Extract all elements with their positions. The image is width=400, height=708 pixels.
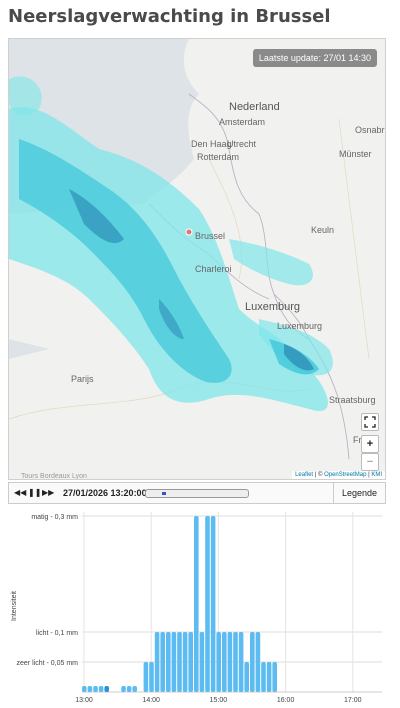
- animation-player: ◀◀ ❚❚ ▶▶ 27/01/2026 13:20:00 Legende: [8, 482, 386, 504]
- map-attribution: Leaflet | © OpenStreetMap | KMI: [292, 471, 385, 479]
- rain-bar: [171, 632, 177, 692]
- map-label-parijs: Parijs: [71, 374, 94, 384]
- x-tick-label: 14:00: [142, 697, 160, 704]
- rewind-button[interactable]: ◀◀: [14, 487, 26, 499]
- map-label-osnabruck: Osnabrü: [355, 125, 385, 135]
- map-label-amsterdam: Amsterdam: [219, 117, 266, 127]
- rain-bar: [154, 632, 160, 692]
- rain-bar: [272, 662, 277, 692]
- rain-bar: [166, 632, 171, 692]
- radar-map[interactable]: Laatste update: 27/01 14:30 Nederland Am…: [8, 38, 386, 480]
- y-tick-label: licht - 0,1 mm: [36, 630, 78, 637]
- rain-bar: [261, 662, 266, 692]
- rain-bar: [149, 662, 154, 692]
- rain-bar: [222, 632, 227, 692]
- leaflet-link[interactable]: Leaflet: [295, 472, 313, 478]
- rain-bar: [216, 632, 221, 692]
- map-label-luxemburg-region: Luxemburg: [245, 301, 301, 313]
- map-label-nederland: Nederland: [229, 101, 280, 113]
- map-label-tours: Tours Bordeaux Lyon: [21, 473, 87, 480]
- player-timestamp: 27/01/2026 13:20:00: [63, 488, 147, 498]
- rain-bar: [177, 632, 182, 692]
- y-axis-label: Intensiteit: [11, 591, 18, 621]
- rain-bar: [199, 632, 205, 692]
- map-label-brussel: Brussel: [195, 231, 226, 241]
- rain-bar: [87, 686, 93, 692]
- osm-link[interactable]: OpenStreetMap: [324, 472, 366, 478]
- rain-bar: [143, 662, 149, 692]
- zoom-in-button[interactable]: +: [361, 435, 379, 453]
- legend-button[interactable]: Legende: [333, 483, 385, 503]
- pause-icon: ❚❚: [28, 488, 42, 497]
- map-label-den-haag: Den Haag: [191, 139, 232, 149]
- y-tick-label: matig - 0,3 mm: [31, 514, 78, 521]
- x-tick-label: 15:00: [210, 697, 228, 704]
- map-label-luxemburg-city: Luxemburg: [277, 321, 323, 331]
- rain-bar: [244, 662, 249, 692]
- fast-forward-button[interactable]: ▶▶: [42, 487, 54, 499]
- rewind-icon: ◀◀: [14, 488, 27, 497]
- zoom-out-button[interactable]: −: [361, 453, 379, 471]
- pause-button[interactable]: ❚❚: [28, 487, 42, 499]
- map-label-rotterdam: Rotterdam: [197, 152, 240, 162]
- kmi-link[interactable]: KMI: [371, 472, 382, 478]
- rain-bar: [233, 632, 238, 692]
- rain-bar: [82, 686, 87, 692]
- timeline-slider-thumb[interactable]: [162, 492, 166, 495]
- map-basemap: [9, 39, 370, 460]
- page-title: Neerslagverwachting in Brussel: [8, 6, 331, 27]
- rain-bar: [121, 686, 126, 692]
- x-tick-label: 13:00: [75, 697, 93, 704]
- rain-bar: [104, 686, 109, 692]
- x-tick-label: 16:00: [277, 697, 295, 704]
- rain-bar: [210, 516, 216, 692]
- x-tick-label: 17:00: [344, 697, 362, 704]
- map-label-keuln: Keuln: [311, 225, 335, 235]
- rain-bar: [132, 686, 137, 692]
- precipitation-chart: zeer licht - 0,05 mm licht - 0,1 mm matig …: [11, 512, 382, 704]
- fullscreen-icon: [364, 416, 376, 428]
- timeline-slider[interactable]: [145, 489, 249, 498]
- y-tick-label: zeer licht - 0,05 mm: [17, 660, 79, 667]
- rain-bar: [250, 632, 255, 692]
- rain-bar: [93, 686, 98, 692]
- rain-bar: [227, 632, 233, 692]
- rain-bar: [188, 632, 193, 692]
- fullscreen-button[interactable]: [361, 413, 379, 431]
- rain-bar: [194, 516, 199, 692]
- map-label-utrecht: Utrecht: [227, 139, 257, 149]
- map-label-straatsburg: Straatsburg: [329, 395, 376, 405]
- rain-bar: [126, 686, 132, 692]
- map-label-munster: Münster: [339, 149, 372, 159]
- map-label-charleroi: Charleroi: [195, 264, 232, 274]
- rain-bar: [266, 662, 272, 692]
- fast-forward-icon: ▶▶: [42, 488, 55, 497]
- rain-bar: [182, 632, 188, 692]
- last-update-badge: Laatste update: 27/01 14:30: [252, 49, 377, 67]
- rain-bar: [238, 632, 244, 692]
- rain-bar: [205, 516, 210, 692]
- rain-bar: [255, 632, 261, 692]
- rain-bar: [160, 632, 165, 692]
- rain-bar: [98, 686, 104, 692]
